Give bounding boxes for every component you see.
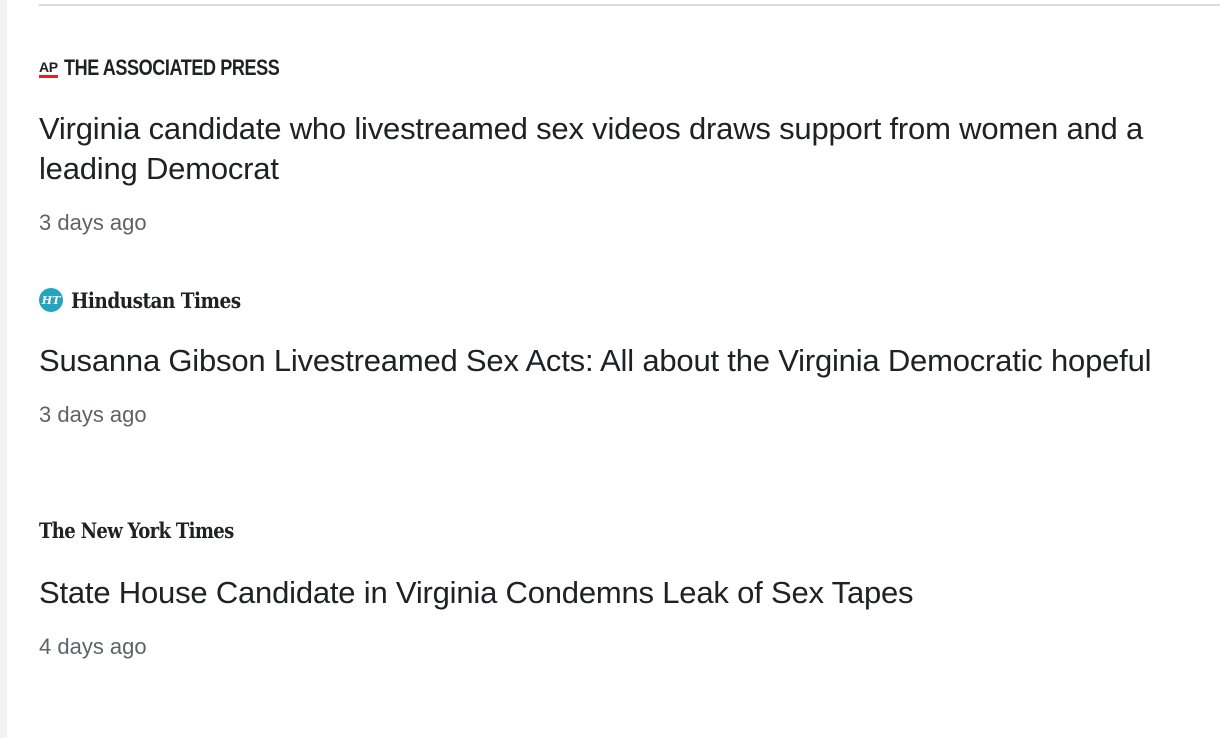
article-card: The New York Times State House Candidate…	[39, 516, 1199, 661]
source-logo-hindustan-times[interactable]: HT Hindustan Times	[39, 286, 1199, 314]
article-headline-link[interactable]: State House Candidate in Virginia Condem…	[39, 573, 1199, 613]
source-name: Hindustan Times	[71, 287, 241, 313]
article-timestamp: 4 days ago	[39, 634, 147, 659]
hindustan-times-logo-icon: HT	[39, 288, 63, 312]
source-logo-ap[interactable]: AP THE ASSOCIATED PRESS	[39, 54, 1199, 82]
article-card: AP THE ASSOCIATED PRESS Virginia candida…	[39, 54, 1199, 237]
source-logo-nyt[interactable]: The New York Times	[39, 516, 1199, 544]
article-timestamp: 3 days ago	[39, 402, 147, 427]
source-name: THE ASSOCIATED PRESS	[63, 55, 280, 80]
article-headline-link[interactable]: Virginia candidate who livestreamed sex …	[39, 109, 1199, 189]
article-card: HT Hindustan Times Susanna Gibson Livest…	[39, 286, 1199, 429]
source-name: The New York Times	[39, 517, 234, 543]
top-divider	[39, 4, 1220, 6]
article-headline-link[interactable]: Susanna Gibson Livestreamed Sex Acts: Al…	[39, 341, 1199, 381]
ap-logo-icon: AP	[39, 59, 58, 78]
article-timestamp: 3 days ago	[39, 210, 147, 235]
left-panel-edge	[0, 0, 7, 738]
